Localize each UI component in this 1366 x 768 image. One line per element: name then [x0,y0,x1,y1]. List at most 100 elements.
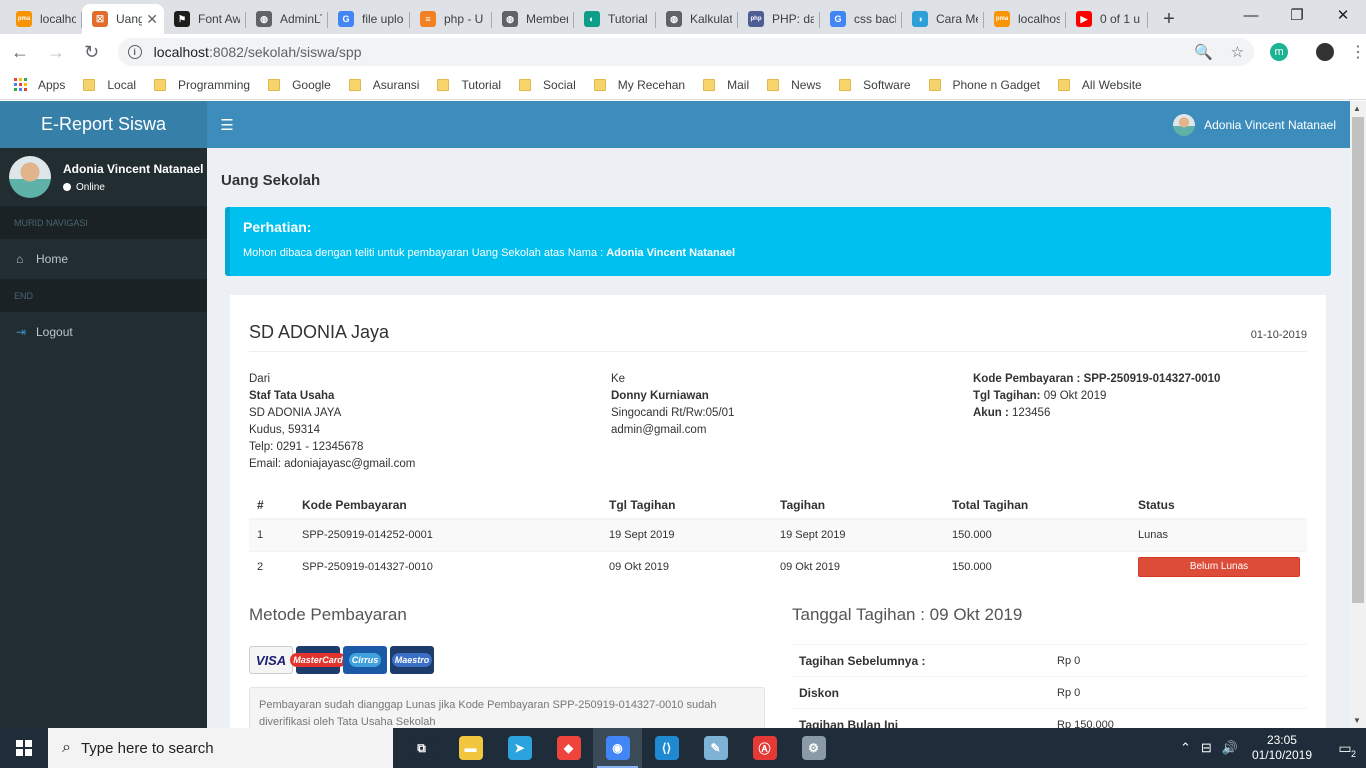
site-info-icon[interactable]: i [127,45,142,59]
online-dot-icon [63,183,71,191]
new-tab-button[interactable]: + [1154,4,1184,34]
bookmark-folder[interactable]: Mail [703,78,749,92]
taskbar-app-xampp[interactable]: ⚙ [789,728,838,768]
bookmark-label: Apps [38,77,66,92]
taskbar-app-anydesk[interactable]: ◆ [544,728,593,768]
bookmark-folder[interactable]: All Website [1057,78,1142,92]
bookmark-folder[interactable]: News [767,78,821,92]
browser-tab[interactable]: ▶ 0 of 1 u [1066,4,1148,34]
notification-icon[interactable]: ▭ 2 [1330,728,1360,768]
browser-tab[interactable]: ◐ Tutorial [574,4,656,34]
browser-tab[interactable]: ◍ AdminLTE [246,4,328,34]
taskbar-app-vscode[interactable]: ⟨⟩ [642,728,691,768]
bookmark-folder[interactable]: Programming [154,78,250,92]
to-line: admin@gmail.com [611,424,707,436]
callout-name: Adonia Vincent Natanael [606,247,736,259]
page-scrollbar[interactable]: ▲ ▼ [1350,101,1366,728]
logout-icon: ⇥ [16,325,27,339]
back-button[interactable]: ← [4,36,36,68]
invoice-header: SD ADONIA Jaya 01-10-2019 [249,295,1307,352]
user-panel: Adonia Vincent Natanael Online [0,148,207,206]
apps-grid-icon [14,77,28,92]
volume-icon[interactable]: 🔊 [1222,740,1238,756]
clock-date: 01/10/2019 [1251,748,1312,762]
taskbar-search[interactable]: ⌕ Type here to search [48,728,393,768]
browser-tab[interactable]: ◑ Cara Membuat [902,4,984,34]
page-title: Uang Sekolah [221,172,321,189]
taskbar-app-telegram[interactable]: ➤ [495,728,544,768]
bookmark-folder[interactable]: My Recehan [593,78,685,92]
bookmark-folder[interactable]: Phone n Gadget [928,78,1040,92]
taskbar-app-file-explorer[interactable]: ▬ [446,728,495,768]
restore-button[interactable]: ❐ [1274,0,1320,30]
from-line: SD ADONIA JAYA [249,407,342,419]
bookmark-folder[interactable]: Software [839,78,911,92]
user-avatar [9,156,51,198]
network-icon[interactable]: ⊟ [1201,740,1212,756]
folder-icon [437,78,450,91]
taskbar-app-task-view[interactable]: ⧉ [397,728,446,768]
tab-favicon-icon: ▶ [1076,11,1092,27]
browser-tab[interactable]: pma localhost [984,4,1066,34]
callout-text: Mohon dibaca dengan teliti untuk pembaya… [243,247,736,259]
tab-list: pma localhost ☒ Uang Sekolah✕ ⚑ Font Awesome ◍… [0,4,1148,34]
browser-tab[interactable]: ◍ Kalkulator [656,4,738,34]
sidebar-item-logout[interactable]: ⇥ Logout [0,312,207,352]
tab-title: localhost [1018,12,1060,26]
browser-tab-strip: pmalocalhost☒Uang Sekolah✕⚑Font Awesome◍… [0,0,1366,34]
tray-expand-icon[interactable]: ⌃ [1180,740,1191,756]
bookmark-star-icon[interactable]: ☆ [1231,43,1244,61]
scroll-up-icon[interactable]: ▲ [1353,104,1361,113]
app-brand[interactable]: E-Report Siswa [0,101,207,148]
bookmark-folder[interactable]: Local [83,78,136,92]
folder-icon [83,78,96,91]
cell-tgl: 19 Sept 2019 [601,518,772,551]
address-bar[interactable]: i localhost :8082/sekolah/siswa/spp 🔍 ☆ [117,38,1255,66]
clock[interactable]: 23:05 01/10/2019 [1252,733,1312,763]
browser-tab[interactable]: ◍ Member [492,4,574,34]
cell-kode: SPP-250919-014327-0010 [294,550,601,583]
minimize-button[interactable]: — [1228,0,1274,30]
extension-icon[interactable]: m [1270,43,1289,61]
chrome-icon: ◉ [605,736,630,760]
sidebar-item-home[interactable]: ⌂ Home [0,239,207,279]
browser-tab[interactable]: ≡ php - U [410,4,492,34]
header-user-menu[interactable]: Adonia Vincent Natanael [1173,113,1336,136]
forward-button[interactable]: → [40,36,72,68]
url-host: localhost [153,44,209,60]
profile-avatar[interactable] [1316,43,1334,61]
bookmark-folder[interactable]: Google [268,78,331,92]
zoom-icon[interactable]: 🔍 [1194,43,1213,61]
taskbar-app-notepad[interactable]: ✎ [691,728,740,768]
folder-icon [703,78,716,91]
sidebar-toggle-icon[interactable]: ☰ [207,101,247,148]
browser-tab[interactable]: pma localhost [0,4,82,34]
browser-tab[interactable]: Gcss background [820,4,902,34]
start-button[interactable] [0,728,48,768]
browser-menu-icon[interactable]: ⋮ [1350,42,1366,62]
url-path: :8082/sekolah/siswa/spp [208,44,362,60]
invoice-meta: Kode Pembayaran : SPP-250919-014327-0010… [973,371,1220,422]
browser-tab[interactable]: ⚑ Font Awesome [164,4,246,34]
user-name: Adonia Vincent Natanael [63,161,204,176]
tab-close-icon[interactable]: ✕ [146,11,158,28]
reload-button[interactable]: ↻ [76,36,108,68]
scroll-thumb[interactable] [1352,117,1364,603]
scroll-down-icon[interactable]: ▼ [1353,716,1361,725]
browser-tab[interactable]: Gfile upload [328,4,410,34]
taskbar-app-acrobat[interactable]: Ⓐ [740,728,789,768]
browser-tab[interactable]: ☒ Uang Sekolah✕ [82,4,164,34]
taskbar-app-chrome[interactable]: ◉ [593,728,642,768]
column-header: # [249,492,294,520]
folder-icon [348,78,361,91]
bookmark-folder[interactable]: Social [519,78,576,92]
bookmark-folder[interactable]: Asuransi [348,78,419,92]
bookmark-apps[interactable]: Apps [14,77,66,92]
folder-icon [839,78,852,91]
browser-tab[interactable]: php PHP: date [738,4,820,34]
invoice-table: # Kode Pembayaran Tgl Tagihan Tagihan To… [249,492,1307,583]
bookmark-folder[interactable]: Tutorial [437,78,501,92]
sidebar-item-label: Logout [36,325,73,339]
summary-table: Tagihan Sebelumnya : Rp 0 Diskon Rp 0 Tagi… [792,644,1308,728]
close-window-button[interactable]: ✕ [1320,0,1366,30]
